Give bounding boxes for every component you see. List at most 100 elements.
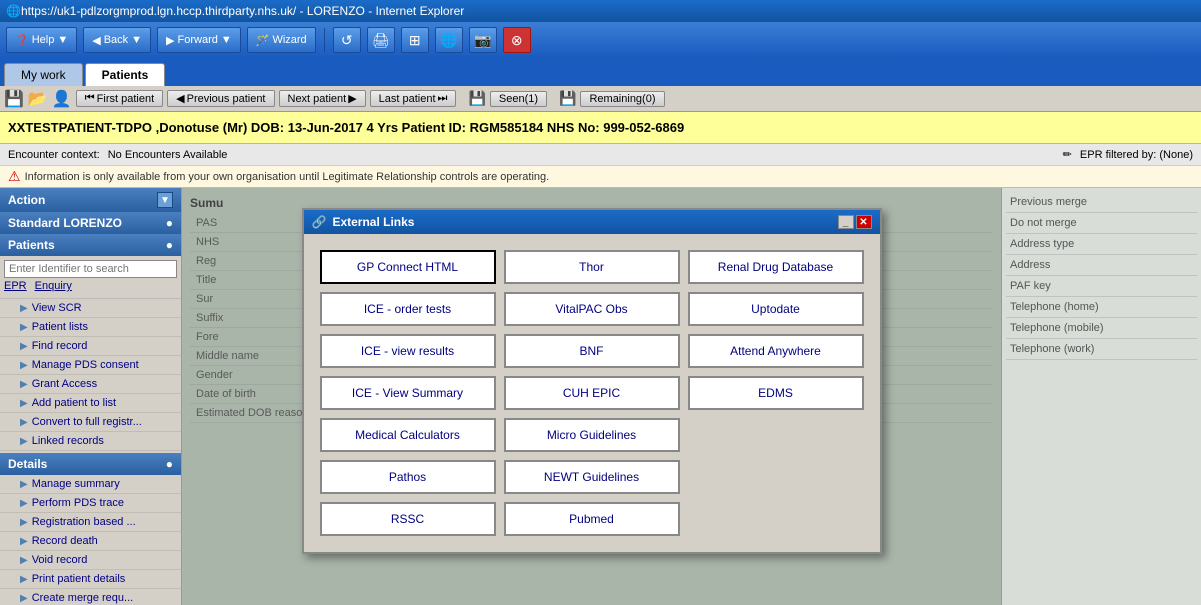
edms-button[interactable]: EDMS: [688, 376, 864, 410]
sidebar-item-print-patient[interactable]: ▶ Print patient details: [0, 570, 181, 589]
arrow-icon: ▶: [20, 322, 28, 333]
right-panel-address: Address: [1006, 255, 1197, 276]
details-section-header[interactable]: Details ●: [0, 453, 181, 475]
back-icon: ◀: [92, 34, 100, 47]
search-input[interactable]: [4, 260, 177, 278]
ice-view-results-button[interactable]: ICE - view results: [320, 334, 496, 368]
sidebar-item-convert[interactable]: ▶ Convert to full registr...: [0, 413, 181, 432]
pathos-button[interactable]: Pathos: [320, 460, 496, 494]
arrow-icon: ▶: [20, 398, 28, 409]
right-panel-telephone-work: Telephone (work): [1006, 339, 1197, 360]
previous-patient-button[interactable]: ◀ Previous patient: [167, 90, 274, 107]
pubmed-button[interactable]: Pubmed: [504, 502, 680, 536]
sidebar-item-perform-pds[interactable]: ▶ Perform PDS trace: [0, 494, 181, 513]
newt-guidelines-button[interactable]: NEWT Guidelines: [504, 460, 680, 494]
forward-icon: ▶: [166, 34, 174, 47]
sidebar: Action ▼ Standard LORENZO ● Patients ● E…: [0, 188, 182, 605]
gp-connect-html-button[interactable]: GP Connect HTML: [320, 250, 496, 284]
first-patient-button[interactable]: ⏮ First patient: [76, 90, 163, 107]
back-button[interactable]: ◀ Back ▼: [83, 27, 151, 53]
arrow-icon: ▶: [20, 574, 28, 585]
sidebar-item-registration-based[interactable]: ▶ Registration based ...: [0, 513, 181, 532]
vitalpac-obs-button[interactable]: VitalPAC Obs: [504, 292, 680, 326]
uptodate-button[interactable]: Uptodate: [688, 292, 864, 326]
sidebar-item-linked-records[interactable]: ▶ Linked records: [0, 432, 181, 451]
sidebar-item-add-patient[interactable]: ▶ Add patient to list: [0, 394, 181, 413]
sidebar-item-create-merge[interactable]: ▶ Create merge requ...: [0, 589, 181, 605]
rssc-button[interactable]: RSSC: [320, 502, 496, 536]
stop-button[interactable]: ⊗: [503, 27, 531, 53]
forward-button[interactable]: ▶ Forward ▼: [157, 27, 241, 53]
dialog-content: GP Connect HTML Thor Renal Drug Database…: [304, 234, 880, 552]
attend-anywhere-button[interactable]: Attend Anywhere: [688, 334, 864, 368]
epr-link[interactable]: EPR: [4, 280, 27, 292]
patients-section-header[interactable]: Patients ●: [0, 234, 181, 256]
grid-button[interactable]: ⊞: [401, 27, 429, 53]
encounter-bar: Encounter context: No Encounters Availab…: [0, 144, 1201, 166]
dialog-title-bar: 🔗 External Links _ ✕: [304, 210, 880, 234]
seen-button[interactable]: Seen(1): [490, 91, 547, 107]
action-section-header[interactable]: Action ▼: [0, 188, 181, 212]
network-button[interactable]: 🌐: [435, 27, 463, 53]
sidebar-item-find-record[interactable]: ▶ Find record: [0, 337, 181, 356]
edit-icon: ✏: [1063, 148, 1072, 161]
tab-patients[interactable]: Patients: [85, 63, 166, 86]
sidebar-item-grant-access[interactable]: ▶ Grant Access: [0, 375, 181, 394]
last-icon: ⏭: [438, 92, 448, 105]
sidebar-item-record-death[interactable]: ▶ Record death: [0, 532, 181, 551]
action-expand-btn[interactable]: ▼: [157, 192, 173, 208]
title-bar-text: https://uk1-pdlzorgmprod.lgn.hccp.thirdp…: [21, 4, 464, 18]
remaining-button[interactable]: Remaining(0): [580, 91, 664, 107]
print-button[interactable]: 🖨: [367, 27, 395, 53]
wizard-button[interactable]: 🪄 Wizard: [247, 27, 316, 53]
nav-tabs: My work Patients: [0, 58, 1201, 86]
medical-calculators-button[interactable]: Medical Calculators: [320, 418, 496, 452]
sidebar-item-view-scr[interactable]: ▶ View SCR: [0, 299, 181, 318]
dialog-title-text: 🔗 External Links: [312, 215, 415, 229]
patient-nav-bar: 💾 📂 👤 ⏮ First patient ◀ Previous patient…: [0, 86, 1201, 112]
tab-mywork[interactable]: My work: [4, 63, 83, 86]
renal-drug-database-button[interactable]: Renal Drug Database: [688, 250, 864, 284]
thor-button[interactable]: Thor: [504, 250, 680, 284]
epr-filter-text: EPR filtered by: (None): [1080, 149, 1193, 161]
patients-expand-btn[interactable]: ●: [166, 238, 173, 252]
help-button[interactable]: ❓ Help ▼: [6, 27, 77, 53]
arrow-icon: ▶: [20, 341, 28, 352]
chevron-down-icon: ▼: [57, 34, 68, 46]
std-lorenzo-icon: ●: [166, 216, 173, 230]
cuh-epic-button[interactable]: CUH EPIC: [504, 376, 680, 410]
title-bar: 🌐 https://uk1-pdlzorgmprod.lgn.hccp.thir…: [0, 0, 1201, 22]
nav-person-icon: 👤: [52, 89, 72, 109]
right-panel-paf-key: PAF key: [1006, 276, 1197, 297]
dialog-close-button[interactable]: ✕: [856, 215, 872, 229]
sidebar-item-patient-lists[interactable]: ▶ Patient lists: [0, 318, 181, 337]
next-patient-button[interactable]: Next patient ▶: [279, 90, 366, 107]
dialog-minimize-button[interactable]: _: [838, 215, 854, 229]
arrow-icon: ▶: [20, 555, 28, 566]
nav-floppy-icon: 💾: [4, 89, 24, 109]
bnf-button[interactable]: BNF: [504, 334, 680, 368]
standard-lorenzo-button[interactable]: Standard LORENZO ●: [0, 212, 181, 234]
last-patient-button[interactable]: Last patient ⏭: [370, 90, 457, 107]
ice-order-tests-button[interactable]: ICE - order tests: [320, 292, 496, 326]
micro-guidelines-button[interactable]: Micro Guidelines: [504, 418, 680, 452]
patient-info-bar: XXTESTPATIENT-TDPO ,Donotuse (Mr) DOB: 1…: [0, 112, 1201, 144]
warning-bar: ⚠ Information is only available from you…: [0, 166, 1201, 188]
camera-button[interactable]: 📷: [469, 27, 497, 53]
title-bar-icon: 🌐: [6, 4, 21, 18]
sidebar-item-void-record[interactable]: ▶ Void record: [0, 551, 181, 570]
refresh-button[interactable]: ↺: [333, 27, 361, 53]
enquiry-link[interactable]: Enquiry: [35, 280, 72, 292]
dialog-title-icon: 🔗: [312, 215, 327, 229]
details-expand-btn[interactable]: ●: [166, 457, 173, 471]
external-links-dialog: 🔗 External Links _ ✕ GP Connect HTML Tho…: [302, 208, 882, 554]
ice-view-summary-button[interactable]: ICE - View Summary: [320, 376, 496, 410]
patients-label: Patients: [8, 238, 55, 252]
arrow-icon: ▶: [20, 593, 28, 604]
sidebar-item-manage-pds[interactable]: ▶ Manage PDS consent: [0, 356, 181, 375]
toolbar-separator-1: [324, 28, 325, 52]
encounter-label: Encounter context:: [8, 149, 100, 161]
sidebar-item-manage-summary[interactable]: ▶ Manage summary: [0, 475, 181, 494]
details-label: Details: [8, 457, 47, 471]
arrow-icon: ▶: [20, 479, 28, 490]
